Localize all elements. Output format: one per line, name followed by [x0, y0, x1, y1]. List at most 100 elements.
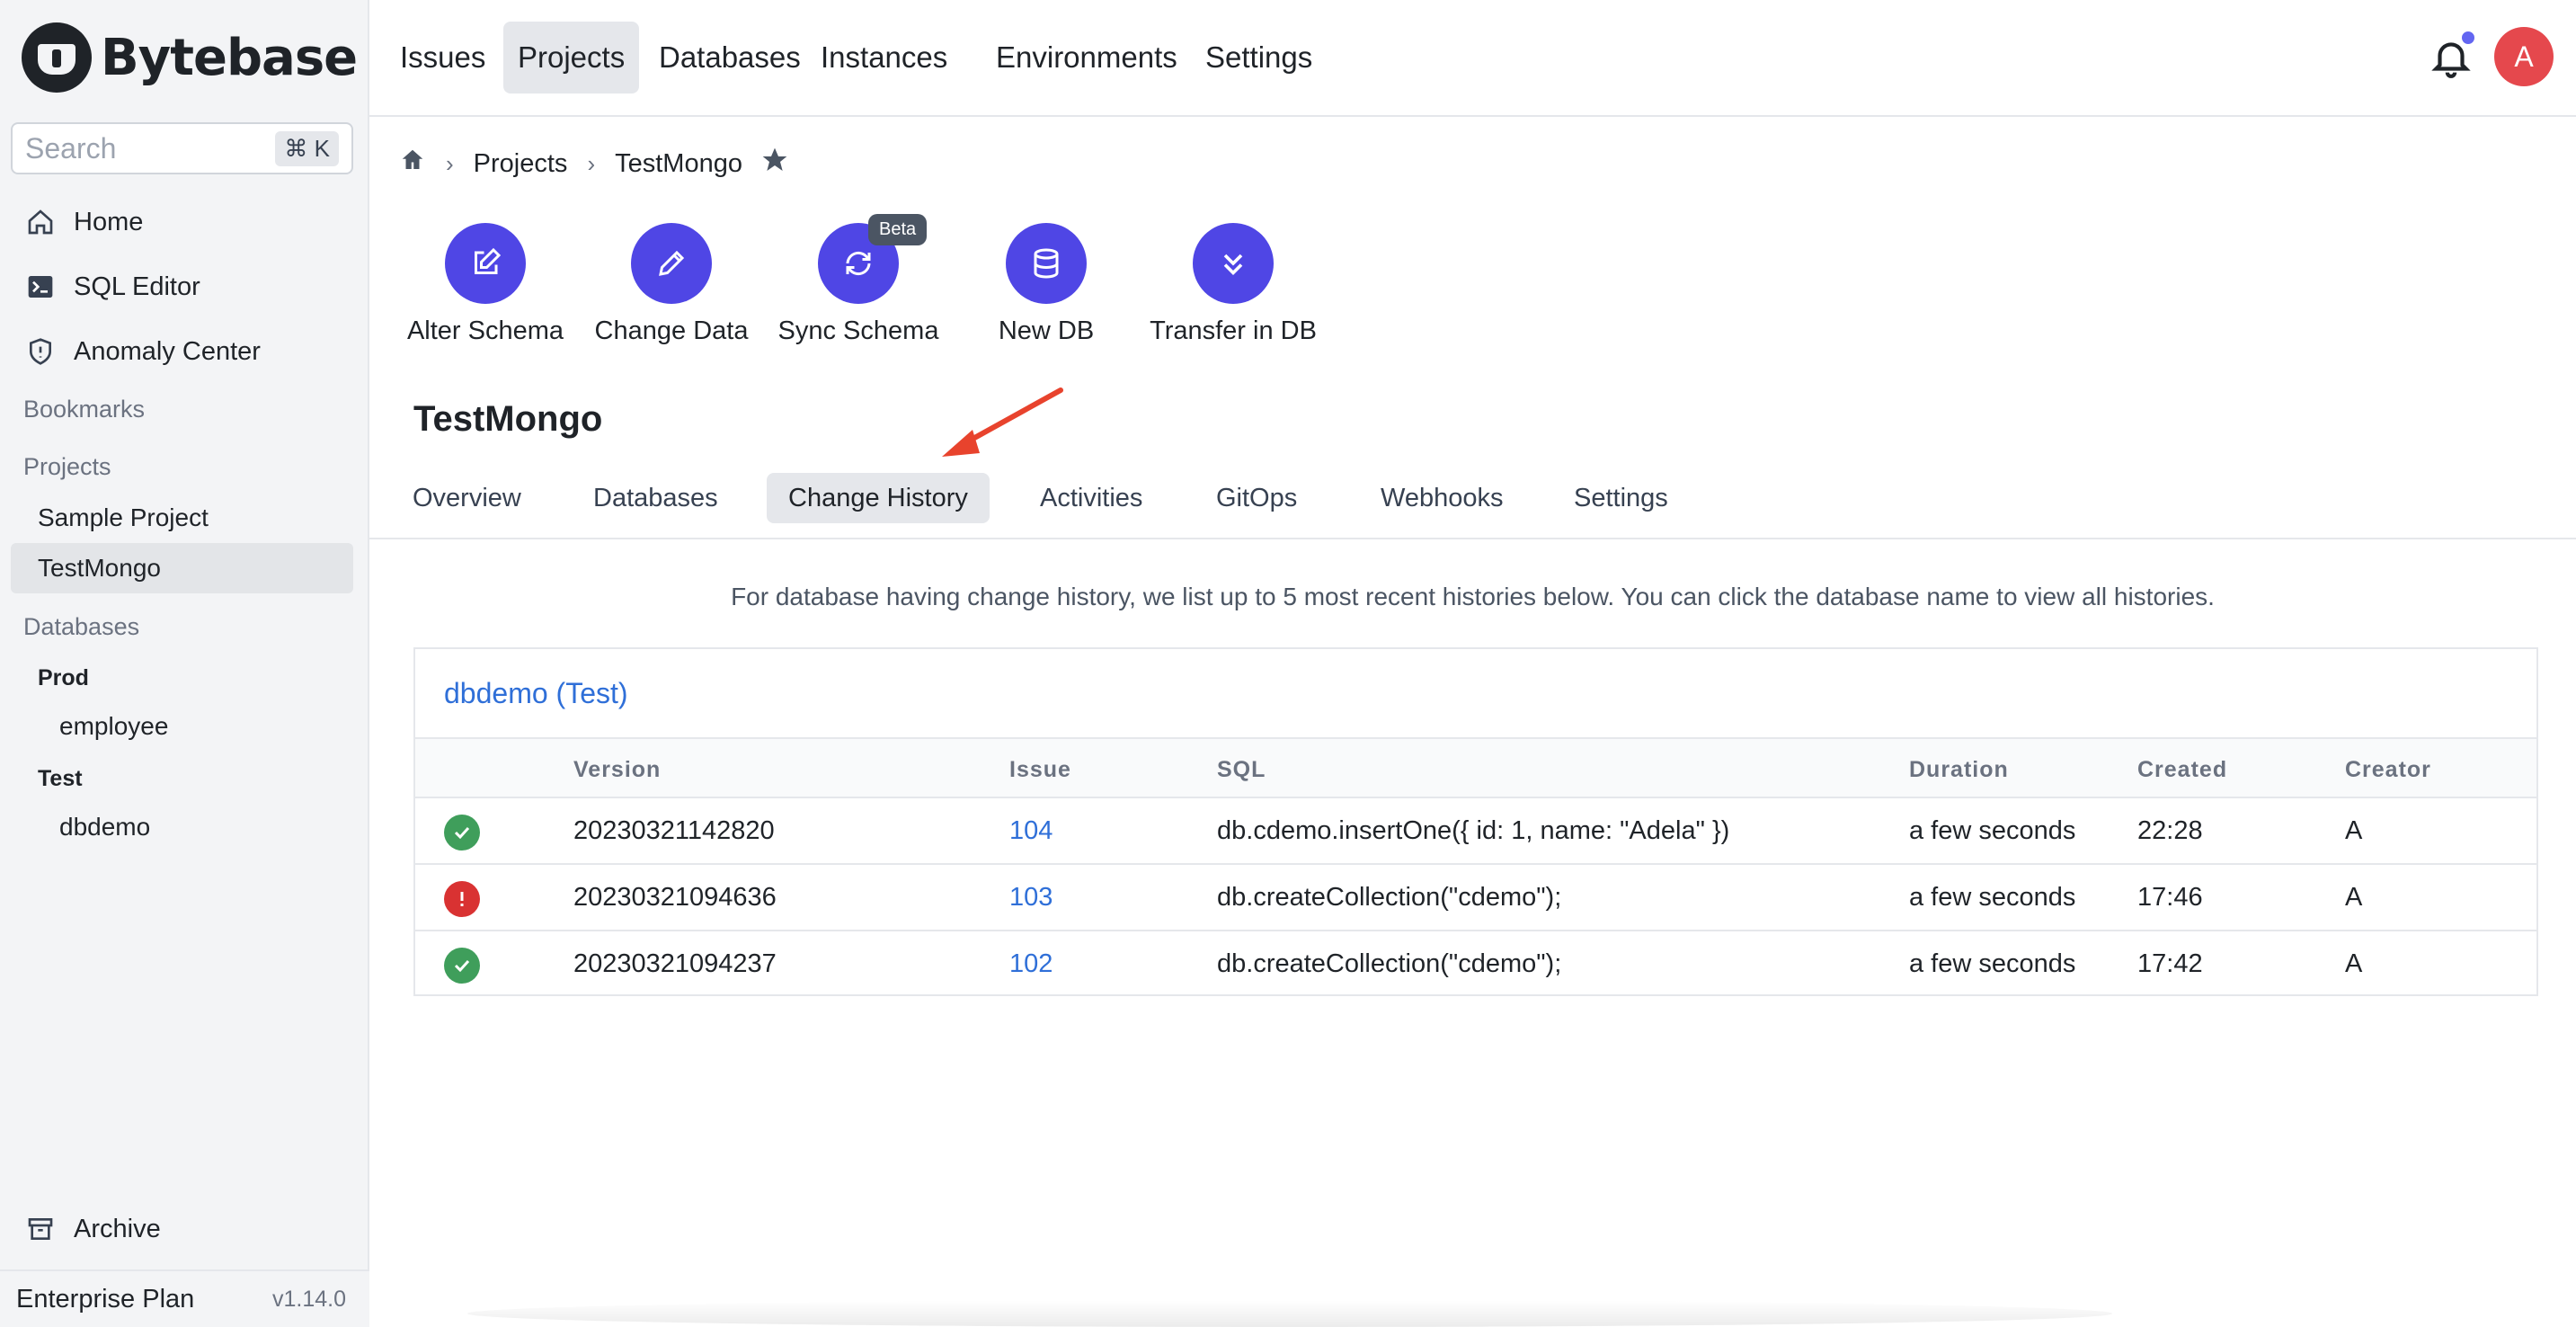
- star-icon[interactable]: [760, 146, 789, 182]
- topnav-instances[interactable]: Instances: [806, 22, 962, 94]
- terminal-icon: [25, 272, 56, 302]
- cell-created: 17:42: [2137, 949, 2203, 978]
- sidebar-item-label: Home: [74, 207, 144, 236]
- tab-overview[interactable]: Overview: [391, 473, 543, 523]
- topnav-environments[interactable]: Environments: [982, 22, 1192, 94]
- quick-action-label: Sync Schema: [777, 316, 939, 345]
- notification-dot: [2459, 29, 2477, 47]
- tab-settings[interactable]: Settings: [1552, 473, 1690, 523]
- cell-version: 20230321094237: [573, 949, 777, 978]
- cell-duration: a few seconds: [1909, 883, 2076, 912]
- databases-section-label[interactable]: Databases: [23, 613, 139, 641]
- breadcrumb: › Projects › TestMongo: [399, 144, 789, 183]
- database-title-link[interactable]: dbdemo (Test): [444, 677, 628, 710]
- plan-name[interactable]: Enterprise Plan: [16, 1285, 194, 1314]
- tab-activities[interactable]: Activities: [1018, 473, 1164, 523]
- topnav-databases[interactable]: Databases: [644, 22, 815, 94]
- quick-action-label: Change Data: [594, 316, 749, 345]
- bytebase-logo[interactable]: Bytebase: [22, 22, 358, 94]
- table-row[interactable]: 20230321142820 104 db.cdemo.insertOne({ …: [415, 798, 2536, 865]
- tab-databases[interactable]: Databases: [572, 473, 740, 523]
- sidebar-project-sample-project[interactable]: Sample Project: [38, 503, 209, 532]
- tab-webhooks[interactable]: Webhooks: [1359, 473, 1525, 523]
- cell-duration: a few seconds: [1909, 816, 2076, 845]
- change-history-info-text: For database having change history, we l…: [731, 583, 2215, 610]
- search-placeholder: Search: [25, 131, 117, 165]
- cell-version: 20230321094636: [573, 883, 777, 912]
- cell-creator: A: [2345, 949, 2363, 978]
- pencil-icon: [631, 223, 712, 304]
- sidebar-item-home[interactable]: Home: [25, 200, 143, 245]
- home-icon[interactable]: [399, 147, 426, 181]
- cell-created: 17:46: [2137, 883, 2203, 912]
- cell-sql: db.createCollection("cdemo");: [1217, 883, 1562, 912]
- quick-action-label: Alter Schema: [406, 316, 564, 345]
- topnav-issues[interactable]: Issues: [386, 22, 500, 94]
- column-header-duration: Duration: [1909, 757, 2009, 782]
- breadcrumb-projects[interactable]: Projects: [474, 149, 568, 179]
- projects-section-label[interactable]: Projects: [23, 453, 111, 481]
- topnav-projects[interactable]: Projects: [503, 22, 640, 94]
- env-label-prod: Prod: [38, 665, 89, 690]
- column-header-sql: SQL: [1217, 757, 1266, 782]
- version-label: v1.14.0: [271, 1286, 346, 1312]
- search-input[interactable]: Search ⌘ K: [11, 122, 353, 174]
- search-shortcut-badge: ⌘ K: [275, 130, 339, 166]
- bytebase-logo-icon: [22, 22, 92, 93]
- chevrons-down-icon: [1193, 223, 1274, 304]
- sidebar-item-label: Anomaly Center: [74, 336, 261, 366]
- quick-action-transfer-in-db[interactable]: Transfer in DB: [1134, 223, 1332, 346]
- home-icon: [25, 207, 56, 237]
- cell-issue-link[interactable]: 102: [1009, 949, 1053, 979]
- card-header: dbdemo (Test): [415, 649, 2536, 739]
- tab-change-history[interactable]: Change History: [767, 473, 990, 523]
- table-header: Version Issue SQL Duration Created Creat…: [415, 739, 2536, 798]
- cell-issue-link[interactable]: 104: [1009, 816, 1053, 846]
- chevron-right-icon: ›: [587, 149, 596, 177]
- shield-icon: [25, 336, 56, 367]
- top-navigation: Issues Projects Databases Instances Envi…: [369, 0, 2576, 117]
- quick-action-new-db[interactable]: New DB: [947, 223, 1145, 346]
- topnav-settings[interactable]: Settings: [1191, 22, 1327, 94]
- user-avatar[interactable]: A: [2494, 27, 2554, 86]
- sidebar-project-testmongo[interactable]: TestMongo: [38, 554, 161, 583]
- sidebar-item-archive[interactable]: Archive: [25, 1214, 161, 1244]
- breadcrumb-current: TestMongo: [615, 148, 742, 178]
- cell-issue-link[interactable]: 103: [1009, 883, 1053, 913]
- annotation-arrow-icon: [942, 387, 1063, 457]
- sidebar-item-label: SQL Editor: [74, 272, 200, 301]
- cell-version: 20230321142820: [573, 816, 775, 845]
- page-title: TestMongo: [413, 399, 603, 439]
- env-label-test: Test: [38, 766, 83, 791]
- cell-creator: A: [2345, 883, 2363, 912]
- database-icon: [1006, 223, 1087, 304]
- table-row[interactable]: 20230321094636 103 db.createCollection("…: [415, 865, 2536, 931]
- edit-square-icon: [445, 223, 526, 304]
- beta-badge: Beta: [868, 214, 928, 245]
- chevron-right-icon: ›: [446, 149, 454, 177]
- check-circle-icon: [444, 815, 480, 851]
- quick-action-alter-schema[interactable]: Alter Schema: [386, 223, 584, 346]
- sidebar-item-sql-editor[interactable]: SQL Editor: [25, 264, 200, 309]
- bookmarks-section-label[interactable]: Bookmarks: [23, 396, 145, 423]
- change-history-card: dbdemo (Test) Version Issue SQL Duration…: [413, 647, 2538, 996]
- sidebar-item-anomaly-center[interactable]: Anomaly Center: [25, 329, 261, 374]
- cell-sql: db.createCollection("cdemo");: [1217, 949, 1562, 978]
- cell-created: 22:28: [2137, 816, 2203, 845]
- bottom-shadow: [467, 1300, 2112, 1327]
- sidebar-db-dbdemo[interactable]: dbdemo: [59, 813, 150, 842]
- error-circle-icon: [444, 881, 480, 917]
- tab-gitops[interactable]: GitOps: [1195, 473, 1319, 523]
- sidebar-db-employee[interactable]: employee: [59, 712, 168, 741]
- cell-sql: db.cdemo.insertOne({ id: 1, name: "Adela…: [1217, 816, 1730, 845]
- archive-icon: [25, 1214, 56, 1244]
- sidebar-item-label: Archive: [74, 1214, 161, 1243]
- sidebar: Bytebase Search ⌘ K Home SQL Editor Anom…: [0, 0, 369, 1327]
- check-circle-icon: [444, 948, 480, 984]
- project-tabs: Overview Databases Change History Activi…: [369, 468, 2576, 539]
- quick-action-label: New DB: [998, 316, 1095, 345]
- table-row[interactable]: 20230321094237 102 db.createCollection("…: [415, 931, 2536, 998]
- quick-action-change-data[interactable]: Change Data: [573, 223, 770, 346]
- quick-action-sync-schema[interactable]: Sync Schema: [759, 223, 957, 346]
- plan-bar: Enterprise Plan v1.14.0: [0, 1269, 369, 1327]
